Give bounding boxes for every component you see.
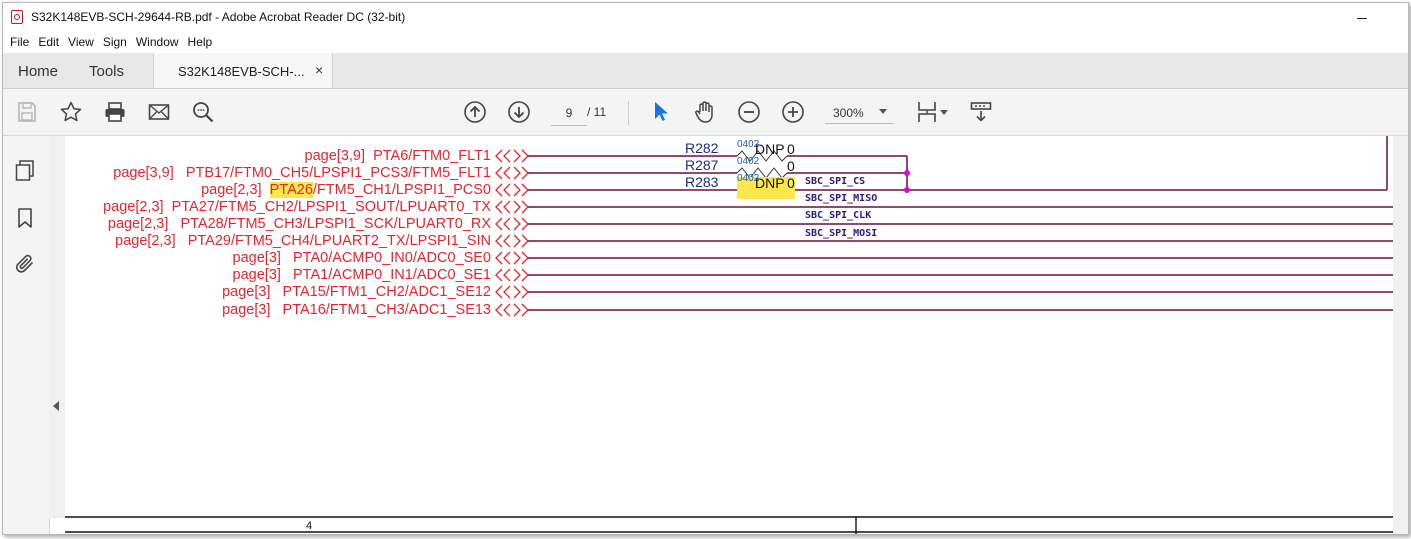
page-number-input[interactable] xyxy=(551,101,587,126)
panel-collapse-handle[interactable] xyxy=(49,136,65,518)
vertical-scrollbar[interactable] xyxy=(1393,136,1408,534)
toolbar-divider xyxy=(628,101,629,125)
resistor-value: DNP xyxy=(755,141,785,157)
menu-bar: File Edit View Sign Window Help xyxy=(3,31,1408,53)
chevron-down-icon[interactable] xyxy=(940,110,948,115)
signal-label: page[2,3] PTA28/FTM5_CH3/LPSPI1_SCK/LPUA… xyxy=(107,216,491,232)
search-highlight: PTA26 xyxy=(269,182,313,198)
resistor-package: 0402 xyxy=(737,156,760,167)
resistor-ohm: 0 xyxy=(787,158,795,174)
net-label: SBC_SPI_CLK xyxy=(805,210,872,221)
chevron-left-icon xyxy=(53,401,59,411)
tab-home[interactable]: Home xyxy=(18,63,58,80)
offpage-connector xyxy=(495,183,529,197)
signal-label: page[3,9] PTA6/FTM0_FLT1 xyxy=(304,148,491,164)
next-page-icon[interactable] xyxy=(507,100,531,124)
page-total: / 11 xyxy=(587,105,607,119)
signal-label: page[3,9] PTB17/FTM0_CH5/LPSPI1_PCS3/FTM… xyxy=(113,165,491,181)
toolbar: / 11 300% xyxy=(3,89,1408,136)
tab-tools[interactable]: Tools xyxy=(89,63,124,80)
net-label: SBC_SPI_MISO xyxy=(805,193,878,204)
star-icon[interactable] xyxy=(59,100,83,124)
signal-label: page[2,3] PTA29/FTM5_CH4/LPUART2_TX/LPSP… xyxy=(115,233,491,249)
zoom-out-icon[interactable] xyxy=(737,100,761,124)
app-window: S32K148EVB-SCH-29644-RB.pdf - Adobe Acro… xyxy=(2,2,1409,535)
zoom-level-value: 300% xyxy=(833,106,864,120)
resistor-value: DNP xyxy=(755,175,785,191)
scroll-mode-icon[interactable] xyxy=(969,100,993,124)
tab-document[interactable]: S32K148EVB-SCH-... × xyxy=(153,53,333,88)
select-cursor-icon[interactable] xyxy=(648,100,672,124)
menu-edit[interactable]: Edit xyxy=(38,35,59,49)
email-icon[interactable] xyxy=(147,100,171,124)
frame-zone-number: 4 xyxy=(306,520,313,532)
resistor-ohm: 0 xyxy=(787,175,795,191)
offpage-connector xyxy=(495,268,529,282)
menu-view[interactable]: View xyxy=(68,35,94,49)
resistor-ref: R283 xyxy=(685,174,719,190)
zoom-in-icon[interactable] xyxy=(781,100,805,124)
hand-tool-icon[interactable] xyxy=(693,100,717,124)
previous-page-icon[interactable] xyxy=(463,100,487,124)
net-label: SBC_SPI_MOSI xyxy=(805,228,878,239)
signal-label: page[3] PTA15/FTM1_CH2/ADC1_SE12 xyxy=(222,284,491,300)
title-bar: S32K148EVB-SCH-29644-RB.pdf - Adobe Acro… xyxy=(3,3,1408,31)
close-tab-button[interactable]: × xyxy=(315,62,323,78)
print-icon[interactable] xyxy=(103,100,127,124)
signal-label: page[2,3] PTA27/FTM5_CH2/LPSPI1_SOUT/LPU… xyxy=(103,199,491,215)
tab-document-label: S32K148EVB-SCH-... xyxy=(178,64,305,79)
search-icon[interactable] xyxy=(191,100,215,124)
junction-dot xyxy=(904,170,910,176)
bookmark-icon[interactable] xyxy=(13,206,37,230)
signal-label: page[3] PTA1/ACMP0_IN1/ADC0_SE1 xyxy=(232,267,491,283)
resistor-ref: R287 xyxy=(685,157,719,173)
chevron-down-icon xyxy=(879,109,887,114)
offpage-connector xyxy=(495,149,529,163)
offpage-connector xyxy=(495,217,529,231)
resistor-ref: R282 xyxy=(685,140,719,156)
resistor-ohm: 0 xyxy=(787,141,795,157)
save-icon[interactable] xyxy=(15,100,39,124)
minimize-button[interactable] xyxy=(1356,9,1370,23)
offpage-connector xyxy=(495,166,529,180)
acrobat-icon xyxy=(11,10,23,24)
tab-bar: Home Tools S32K148EVB-SCH-... × xyxy=(3,53,1408,89)
junction-dot xyxy=(904,187,910,193)
page-view-icon[interactable] xyxy=(915,100,939,124)
offpage-connector xyxy=(495,251,529,265)
menu-file[interactable]: File xyxy=(10,35,29,49)
offpage-connector xyxy=(495,285,529,299)
pdf-document-view[interactable]: page[3,9] PTA6/FTM0_FLT1 page[3,9] PTB17… xyxy=(65,136,1393,534)
attachment-icon[interactable] xyxy=(13,252,37,276)
net-label: SBC_SPI_CS xyxy=(805,176,866,187)
zoom-level-dropdown[interactable]: 300% xyxy=(825,101,893,124)
pages-thumbnail-icon[interactable] xyxy=(13,158,37,182)
menu-sign[interactable]: Sign xyxy=(103,35,127,49)
menu-help[interactable]: Help xyxy=(188,35,213,49)
offpage-connector xyxy=(495,200,529,214)
signal-label: page[3] PTA16/FTM1_CH3/ADC1_SE13 xyxy=(222,302,491,318)
offpage-connector xyxy=(495,234,529,248)
signal-label: page[2,3] PTA26/FTM5_CH1/LPSPI1_PCS0 xyxy=(201,182,491,198)
offpage-connector xyxy=(495,303,529,317)
left-navigation-panel xyxy=(3,136,50,534)
menu-window[interactable]: Window xyxy=(136,35,179,49)
signal-label: page[3] PTA0/ACMP0_IN0/ADC0_SE0 xyxy=(232,250,491,266)
window-title: S32K148EVB-SCH-29644-RB.pdf - Adobe Acro… xyxy=(31,10,406,24)
